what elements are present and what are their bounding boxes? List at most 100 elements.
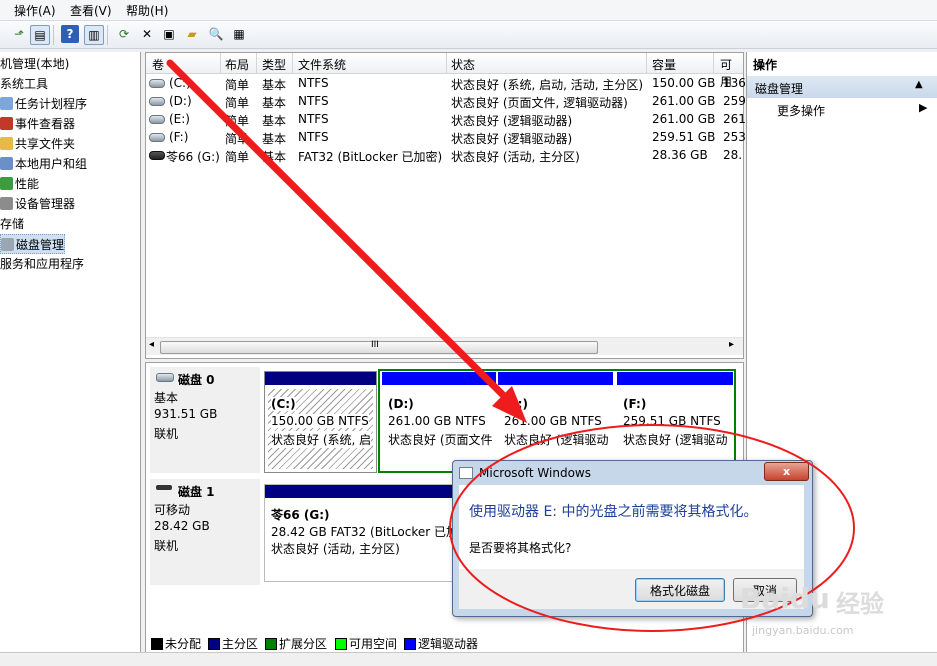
submenu-arrow-icon: ▶ bbox=[919, 101, 928, 114]
close-button[interactable]: x bbox=[764, 462, 809, 481]
help-icon[interactable]: ? bbox=[61, 25, 79, 43]
up-level-icon[interactable]: ⬏ bbox=[10, 25, 28, 43]
action-more-actions[interactable]: 更多操作 ▶ bbox=[747, 100, 937, 120]
col-divider[interactable] bbox=[256, 53, 257, 73]
tree-item-task-scheduler[interactable]: 任务计划程序 bbox=[0, 94, 87, 112]
tree-item-local-users[interactable]: 本地用户和组 bbox=[0, 154, 87, 172]
volume-list-header: 卷 布局 类型 文件系统 状态 容量 可用 bbox=[146, 53, 743, 89]
legend-swatch bbox=[404, 638, 416, 650]
partition-info: (F:) 259.51 GB NTFS 状态良好 (逻辑驱动 bbox=[623, 397, 728, 447]
partition-color-bar bbox=[498, 372, 613, 385]
users-icon bbox=[0, 156, 13, 170]
legend-primary: 主分区 bbox=[222, 637, 259, 651]
col-divider[interactable] bbox=[713, 53, 714, 73]
properties-icon[interactable]: ▣ bbox=[160, 25, 178, 43]
watermark-url: jingyan.baidu.com bbox=[752, 624, 854, 637]
scroll-right-icon[interactable]: ▸ bbox=[729, 339, 734, 350]
menu-view[interactable]: 查看(V) bbox=[70, 2, 112, 19]
scroll-grip: III bbox=[371, 340, 379, 350]
format-disk-button[interactable]: 格式化磁盘 bbox=[635, 578, 725, 602]
open-folder-icon[interactable]: ▰ bbox=[183, 25, 201, 43]
scroll-left-icon[interactable]: ◂ bbox=[149, 339, 154, 350]
table-row[interactable]: 苓66 (G:) 简单 基本 FAT32 (BitLocker 已加密) 状态良… bbox=[146, 146, 743, 164]
partition-info: (D:) 261.00 GB NTFS 状态良好 (页面文件 bbox=[388, 397, 493, 447]
legend: 未分配 主分区 扩展分区 可用空间 逻辑驱动器 bbox=[146, 633, 743, 653]
removable-disk-icon bbox=[156, 485, 172, 490]
legend-unallocated: 未分配 bbox=[165, 637, 202, 651]
show-hide-tree-icon[interactable]: ▤ bbox=[30, 25, 50, 45]
performance-icon bbox=[0, 176, 13, 190]
partition-e[interactable]: (E:) 261.00 GB NTFS 状态良好 (逻辑驱动 bbox=[498, 372, 613, 470]
disk-icon bbox=[1, 237, 14, 251]
col-filesystem[interactable]: 文件系统 bbox=[298, 56, 346, 73]
partition-f[interactable]: (F:) 259.51 GB NTFS 状态良好 (逻辑驱动 bbox=[617, 372, 733, 470]
tree-item-device-manager[interactable]: 设备管理器 bbox=[0, 194, 75, 212]
toolbar: ⬏ ▤ ? ▥ ⟳ ✕ ▣ ▰ 🔍 ▦ bbox=[0, 21, 937, 49]
watermark-brand: Baidu bbox=[740, 582, 830, 615]
tree-item-disk-management[interactable]: 磁盘管理 bbox=[0, 234, 66, 254]
toolbar-separator bbox=[107, 25, 108, 45]
refresh-icon[interactable]: ⟳ bbox=[115, 25, 133, 43]
tree-item-computer-management[interactable]: 机管理(本地) bbox=[0, 54, 69, 72]
tree-item-storage[interactable]: 存储 bbox=[0, 214, 24, 232]
volume-list: 卷 布局 类型 文件系统 状态 容量 可用 (C:) 简单 基本 NTFS 状态… bbox=[145, 52, 746, 359]
event-viewer-icon bbox=[0, 116, 13, 130]
search-icon[interactable]: 🔍 bbox=[207, 25, 225, 43]
partition-d[interactable]: (D:) 261.00 GB NTFS 状态良好 (页面文件 bbox=[382, 372, 496, 470]
export-list-icon[interactable]: ▦ bbox=[230, 25, 248, 43]
legend-swatch bbox=[265, 638, 277, 650]
table-row[interactable]: (E:) 简单 基本 NTFS 状态良好 (逻辑驱动器) 261.00 GB 2… bbox=[146, 110, 746, 128]
legend-logical: 逻辑驱动器 bbox=[418, 637, 479, 651]
table-row[interactable]: (D:) 简单 基本 NTFS 状态良好 (页面文件, 逻辑驱动器) 261.0… bbox=[146, 92, 746, 110]
toolbar-separator bbox=[53, 25, 54, 45]
legend-extended: 扩展分区 bbox=[279, 637, 328, 651]
drive-icon bbox=[149, 133, 165, 142]
tree-item-performance[interactable]: 性能 bbox=[0, 174, 39, 192]
tree-item-services-apps[interactable]: 服务和应用程序 bbox=[0, 254, 84, 272]
col-divider[interactable] bbox=[220, 53, 221, 73]
partition-c[interactable]: (C:) 150.00 GB NTFS 状态良好 (系统, 启 bbox=[264, 371, 377, 473]
menu-bar: 操作(A) 查看(V) 帮助(H) bbox=[0, 0, 937, 21]
dialog-titlebar[interactable]: Microsoft Windows x bbox=[453, 461, 812, 485]
partition-color-bar bbox=[265, 372, 376, 385]
actions-section-disk-management[interactable]: 磁盘管理 ▲ bbox=[747, 76, 937, 98]
show-hide-action-pane-icon[interactable]: ▥ bbox=[84, 25, 104, 45]
tree-item-event-viewer[interactable]: 事件查看器 bbox=[0, 114, 75, 132]
device-manager-icon bbox=[0, 196, 13, 210]
drive-icon bbox=[149, 97, 165, 106]
horizontal-scrollbar[interactable]: ◂ III ▸ bbox=[146, 337, 743, 355]
disk-0-label[interactable]: 磁盘 0 基本 931.51 GB 联机 bbox=[150, 367, 260, 473]
window-icon bbox=[459, 467, 473, 479]
tree-item-shared-folders[interactable]: 共享文件夹 bbox=[0, 134, 75, 152]
col-capacity[interactable]: 容量 bbox=[652, 56, 676, 73]
menu-action[interactable]: 操作(A) bbox=[14, 2, 56, 19]
legend-swatch bbox=[151, 638, 163, 650]
disk-1-label[interactable]: 磁盘 1 可移动 28.42 GB 联机 bbox=[150, 479, 260, 585]
legend-free-space: 可用空间 bbox=[349, 637, 398, 651]
legend-swatch bbox=[335, 638, 347, 650]
dialog-body: 使用驱动器 E: 中的光盘之前需要将其格式化。 是否要将其格式化? bbox=[459, 485, 804, 569]
delete-icon[interactable]: ✕ bbox=[138, 25, 156, 43]
table-row[interactable]: (F:) 简单 基本 NTFS 状态良好 (逻辑驱动器) 259.51 GB 2… bbox=[146, 128, 746, 146]
dialog-question: 是否要将其格式化? bbox=[469, 541, 572, 555]
collapse-up-icon[interactable]: ▲ bbox=[915, 79, 923, 90]
col-volume[interactable]: 卷 bbox=[152, 56, 164, 73]
scrollbar-thumb[interactable]: III bbox=[160, 340, 598, 354]
table-row[interactable]: (C:) 简单 基本 NTFS 状态良好 (系统, 启动, 活动, 主分区) 1… bbox=[146, 74, 746, 92]
dialog-heading: 使用驱动器 E: 中的光盘之前需要将其格式化。 bbox=[469, 504, 758, 520]
partition-info: (E:) 261.00 GB NTFS 状态良好 (逻辑驱动 bbox=[504, 397, 609, 447]
removable-drive-icon bbox=[149, 151, 165, 160]
col-status[interactable]: 状态 bbox=[451, 56, 475, 73]
status-bar bbox=[0, 652, 937, 666]
col-divider[interactable] bbox=[292, 53, 293, 73]
drive-icon bbox=[149, 115, 165, 124]
tree-item-system-tools[interactable]: 系统工具 bbox=[0, 74, 48, 92]
clock-icon bbox=[0, 96, 13, 110]
partition-color-bar bbox=[382, 372, 496, 385]
col-type[interactable]: 类型 bbox=[262, 56, 286, 73]
menu-help[interactable]: 帮助(H) bbox=[126, 2, 168, 19]
col-divider[interactable] bbox=[646, 53, 647, 73]
col-divider[interactable] bbox=[446, 53, 447, 73]
watermark-sub: 经验 bbox=[836, 590, 884, 618]
col-layout[interactable]: 布局 bbox=[225, 56, 249, 73]
